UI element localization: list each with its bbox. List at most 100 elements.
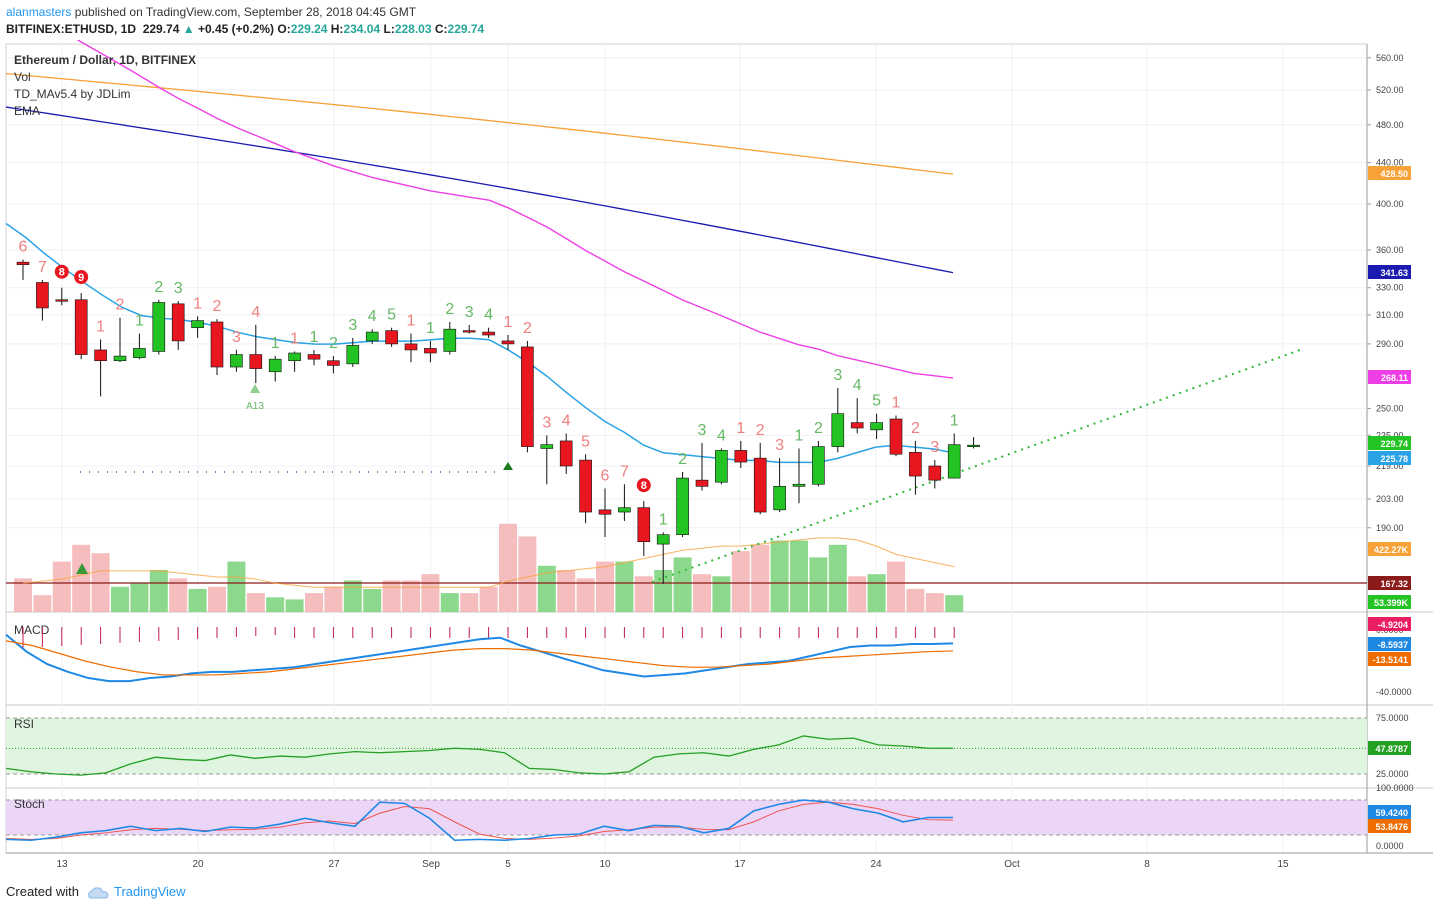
x-tick-label: 27 [328, 859, 340, 870]
volume-bar [246, 593, 265, 612]
td-count-label: 1 [271, 335, 280, 352]
candle-up [618, 507, 631, 513]
volume-bar [770, 540, 789, 612]
candle-down [16, 261, 30, 265]
td-count-label: 5 [387, 307, 396, 324]
volume-bar [421, 574, 440, 612]
volume-bar [925, 593, 944, 612]
volume-bar [790, 540, 808, 612]
macd-y-tick: -40.0000 [1376, 687, 1412, 697]
td-count-label: 1 [736, 420, 745, 437]
ohlc-bar: BITFINEX:ETHUSD, 1D 229.74 ▲ +0.45 (+0.2… [6, 22, 484, 36]
td-count-label: 4 [484, 307, 493, 324]
candle-down [753, 457, 767, 513]
stoch-d-value: 53.8476 [1375, 822, 1408, 832]
td-count-label: 1 [950, 413, 959, 430]
chart-canvas[interactable]: 13 20 27 Sep 5 10 17 24 Oct 8 15560.00520.00480.00… [0, 40, 1433, 878]
td-count-label: 6 [19, 239, 28, 256]
candle-up [715, 450, 728, 483]
candle-down [501, 340, 515, 345]
publish-text: published on TradingView.com, September … [71, 5, 417, 19]
candle-up [133, 348, 146, 358]
x-tick-label: 15 [1277, 859, 1289, 870]
candle-up [346, 345, 360, 365]
rsi-value: 47.8787 [1375, 744, 1408, 754]
candle-up [540, 444, 554, 449]
y-tick-label: 290.00 [1376, 339, 1404, 349]
volume-bar [363, 588, 382, 612]
candle-down [579, 459, 592, 513]
candle-down [909, 452, 922, 477]
volume-bar [305, 593, 323, 612]
volume-bar [188, 588, 207, 612]
td-count-label: 1 [426, 320, 435, 337]
td-count-label: 1 [504, 314, 513, 331]
y-tick-label: 190.00 [1376, 523, 1404, 533]
author-link[interactable]: alanmasters [6, 5, 71, 19]
candle-up [676, 477, 689, 535]
high-label: H: [330, 22, 344, 36]
td-count-label: 1 [795, 428, 804, 445]
td-count-label: 2 [814, 420, 823, 437]
candle-down [889, 418, 903, 455]
tradingview-link[interactable]: TradingView [114, 884, 186, 899]
td-count-label: 1 [290, 330, 299, 347]
volume-bar [848, 576, 867, 612]
volume-bar [809, 557, 828, 612]
open-label: O: [277, 22, 291, 36]
td-count-label: 3 [174, 280, 183, 297]
candle-up [191, 320, 204, 329]
open-value: 229.24 [290, 22, 328, 36]
x-tick-label: 13 [56, 859, 68, 870]
candle-down [482, 331, 495, 336]
td-count-label: 2 [213, 298, 222, 315]
stoch-y-tick: 0.0000 [1376, 841, 1404, 851]
candle-down [36, 282, 49, 309]
candle-up [947, 444, 961, 479]
candle-up [656, 534, 670, 545]
volume-bar [673, 557, 692, 612]
macd-signal-value: -13.5141 [1372, 655, 1408, 665]
td-count-label: 2 [678, 451, 687, 468]
td-count-label: 6 [601, 467, 610, 484]
rsi-pane-label: RSI [14, 717, 34, 731]
x-tick-label: Oct [1004, 859, 1020, 870]
volume-bar [72, 544, 91, 612]
ema-50-value: 268.11 [1381, 373, 1408, 383]
candle-down [521, 346, 534, 447]
volume-bar [751, 544, 770, 612]
candle-down [424, 348, 437, 354]
td-count-label: 2 [445, 301, 454, 318]
td-count-label: 4 [717, 428, 726, 445]
volume-bar [343, 580, 362, 612]
candle-down [462, 330, 476, 333]
td-count-label: 7 [620, 463, 629, 480]
candle-down [404, 343, 418, 351]
stoch-pane-label: Stoch [14, 797, 45, 811]
candle-up [230, 354, 243, 368]
rsi-y-tick: 75.0000 [1376, 713, 1409, 723]
x-tick-label: 8 [1144, 859, 1150, 870]
td-count-label: 1 [892, 394, 901, 411]
stoch-k-value: 59.4240 [1375, 808, 1408, 818]
stoch-y-tick: 100.0000 [1376, 783, 1414, 793]
candle-up [870, 422, 883, 431]
td-count-label: 4 [368, 308, 377, 325]
td-count-label: 1 [659, 511, 668, 528]
volume-bar [266, 597, 285, 612]
candle-up [152, 302, 166, 352]
td-count-label: 3 [542, 414, 551, 431]
y-tick-label: 360.00 [1376, 245, 1404, 255]
macd-histogram-value: -4.9204 [1377, 620, 1408, 630]
volume-bar [499, 523, 517, 612]
td-count-label: 7 [38, 259, 47, 276]
candle-down [559, 440, 573, 467]
volume-bar [557, 570, 576, 612]
candle-down [55, 299, 69, 302]
candle-down [385, 330, 398, 345]
td-count-label: 8 [641, 480, 647, 492]
td-count-label: 3 [465, 304, 474, 321]
candle-down [249, 354, 263, 369]
volume-bar [887, 561, 905, 612]
td-count-label: 2 [116, 297, 125, 314]
